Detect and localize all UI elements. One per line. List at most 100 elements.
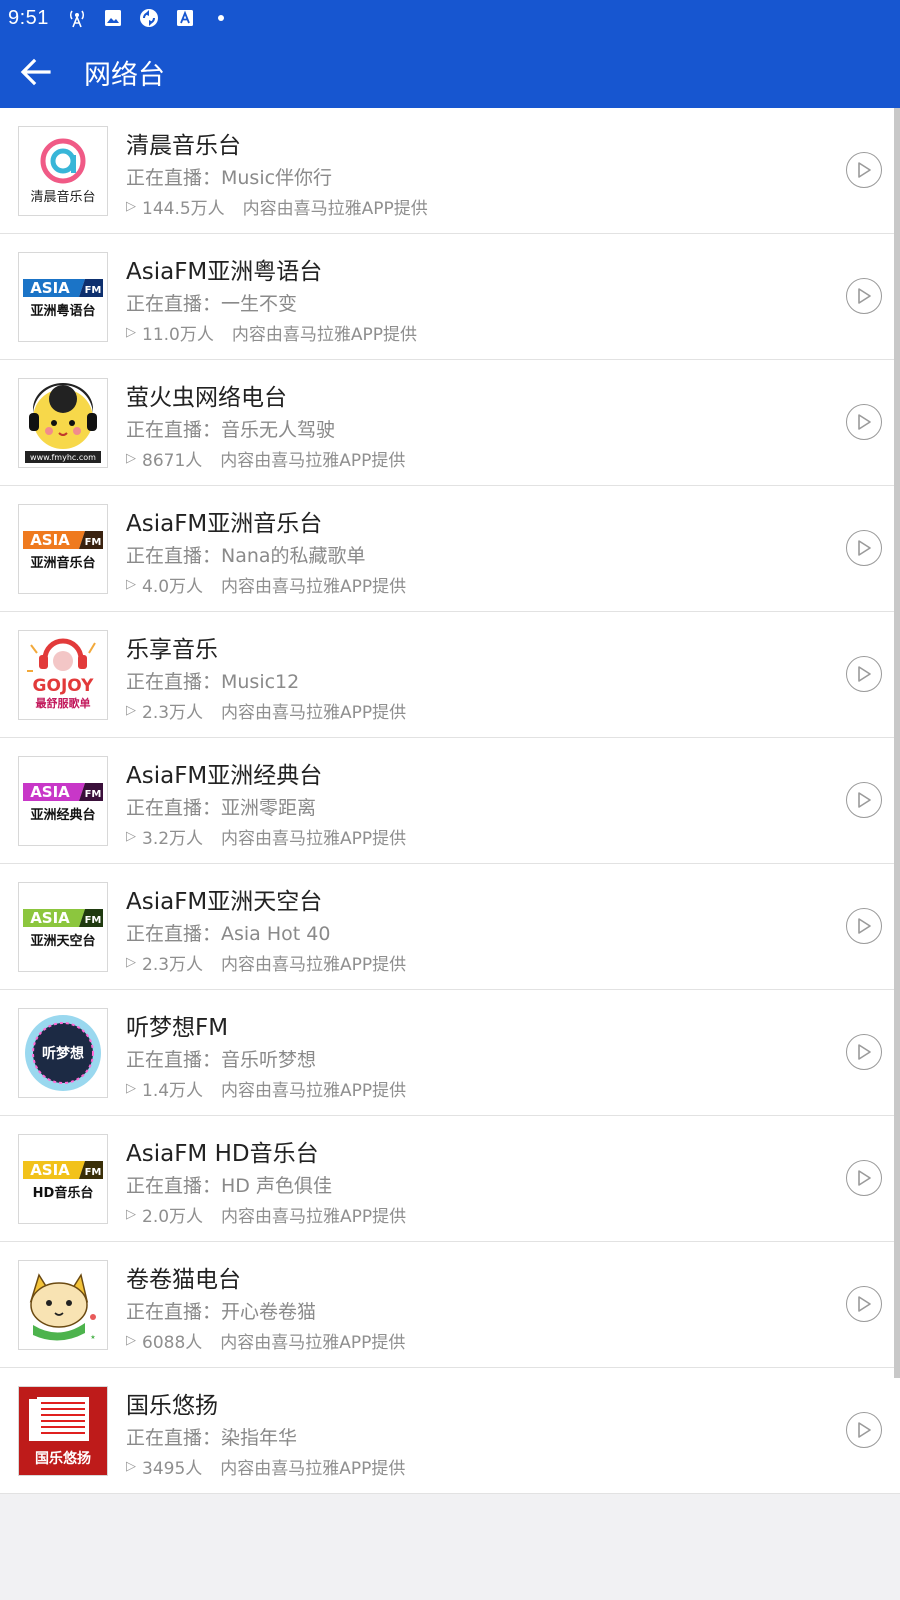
content-source: 内容由喜马拉雅APP提供 bbox=[221, 577, 407, 597]
play-count-icon: ▷ bbox=[126, 451, 136, 466]
play-icon bbox=[858, 1296, 871, 1312]
play-count-icon: ▷ bbox=[126, 1459, 136, 1474]
logo-asia-text: ASIA bbox=[30, 531, 70, 549]
list-item[interactable]: 国乐悠扬 国乐悠扬 正在直播：染指年华 ▷ 3495人 内容由喜马拉雅APP提供 bbox=[0, 1368, 900, 1494]
logo-asia-text: ASIA bbox=[30, 783, 70, 801]
logo-fm-text: FM bbox=[85, 915, 102, 926]
station-logo: ASIA FM 亚洲粤语台 bbox=[18, 252, 108, 342]
back-button[interactable] bbox=[0, 36, 72, 108]
content-source: 内容由喜马拉雅APP提供 bbox=[220, 1333, 406, 1353]
station-meta: ▷ 8671人 内容由喜马拉雅APP提供 bbox=[126, 446, 405, 471]
station-list[interactable]: 清晨音乐台 清晨音乐台 正在直播：Music伴你行 ▷ 144.5万人 内容由喜… bbox=[0, 108, 900, 1494]
station-logo: ★ bbox=[18, 1260, 108, 1350]
play-button[interactable] bbox=[846, 404, 882, 440]
station-meta: ▷ 2.3万人 内容由喜马拉雅APP提供 bbox=[126, 698, 406, 723]
play-count-icon: ▷ bbox=[126, 955, 136, 970]
play-icon bbox=[858, 1422, 871, 1438]
play-button[interactable] bbox=[846, 782, 882, 818]
logo-fm-text: FM bbox=[85, 789, 102, 800]
station-meta: ▷ 4.0万人 内容由喜马拉雅APP提供 bbox=[126, 572, 406, 597]
logo-asia-text: ASIA bbox=[30, 1161, 70, 1179]
listener-count: 4.0万人 bbox=[142, 577, 204, 597]
list-item[interactable]: ASIA FM 亚洲音乐台 AsiaFM亚洲音乐台 正在直播：Nana的私藏歌单… bbox=[0, 486, 900, 612]
list-item[interactable]: ASIA FM 亚洲粤语台 AsiaFM亚洲粤语台 正在直播：一生不变 ▷ 11… bbox=[0, 234, 900, 360]
station-logo: ASIA FM 亚洲经典台 bbox=[18, 756, 108, 846]
play-button[interactable] bbox=[846, 1412, 882, 1448]
listener-count: 144.5万人 bbox=[142, 199, 225, 219]
station-name: AsiaFM亚洲经典台 bbox=[126, 763, 323, 789]
list-item[interactable]: GOJOY 最舒服歌单 乐享音乐 正在直播：Music12 ▷ 2.3万人 内容… bbox=[0, 612, 900, 738]
play-icon bbox=[858, 288, 871, 304]
play-icon bbox=[858, 1044, 871, 1060]
station-meta: ▷ 3.2万人 内容由喜马拉雅APP提供 bbox=[126, 824, 406, 849]
listener-count: 2.3万人 bbox=[142, 955, 204, 975]
station-name: 清晨音乐台 bbox=[126, 133, 241, 159]
station-name: AsiaFM亚洲音乐台 bbox=[126, 511, 323, 537]
list-item[interactable]: www.fmyhc.com 萤火虫网络电台 正在直播：音乐无人驾驶 ▷ 8671… bbox=[0, 360, 900, 486]
play-count-icon: ▷ bbox=[126, 829, 136, 844]
station-name: 乐享音乐 bbox=[126, 637, 218, 663]
live-program: 正在直播：一生不变 bbox=[126, 293, 298, 315]
content-source: 内容由喜马拉雅APP提供 bbox=[221, 955, 407, 975]
play-button[interactable] bbox=[846, 530, 882, 566]
play-button[interactable] bbox=[846, 152, 882, 188]
live-program: 正在直播：染指年华 bbox=[126, 1427, 298, 1449]
list-item[interactable]: ASIA FM HD音乐台 AsiaFM HD音乐台 正在直播：HD 声色俱佳 … bbox=[0, 1116, 900, 1242]
live-program: 正在直播：Music伴你行 bbox=[126, 167, 333, 189]
listener-count: 2.3万人 bbox=[142, 703, 204, 723]
logo-sub-text: 亚洲音乐台 bbox=[30, 555, 95, 571]
play-icon bbox=[858, 918, 871, 934]
logo-sub-text: 亚洲天空台 bbox=[30, 933, 95, 949]
play-count-icon: ▷ bbox=[126, 325, 136, 340]
status-time: 9:51 bbox=[8, 6, 49, 29]
station-meta: ▷ 2.3万人 内容由喜马拉雅APP提供 bbox=[126, 950, 406, 975]
logo-dream-text: 听梦想 bbox=[42, 1045, 84, 1062]
station-meta: ▷ 3495人 内容由喜马拉雅APP提供 bbox=[126, 1454, 405, 1479]
listener-count: 3495人 bbox=[142, 1459, 203, 1479]
content-source: 内容由喜马拉雅APP提供 bbox=[231, 325, 417, 345]
page-title: 网络台 bbox=[84, 59, 165, 91]
logo-sub-text: 亚洲粤语台 bbox=[30, 303, 95, 319]
status-icons bbox=[67, 8, 231, 28]
content-source: 内容由喜马拉雅APP提供 bbox=[221, 829, 407, 849]
station-name: 听梦想FM bbox=[126, 1015, 229, 1041]
play-button[interactable] bbox=[846, 908, 882, 944]
live-program: 正在直播：Asia Hot 40 bbox=[126, 923, 331, 945]
play-icon bbox=[858, 162, 871, 178]
play-button[interactable] bbox=[846, 1160, 882, 1196]
play-icon bbox=[858, 666, 871, 682]
play-icon bbox=[858, 540, 871, 556]
logo-fm-text: FM bbox=[85, 1167, 102, 1178]
list-scrollbar[interactable] bbox=[894, 108, 900, 1378]
list-item[interactable]: 清晨音乐台 清晨音乐台 正在直播：Music伴你行 ▷ 144.5万人 内容由喜… bbox=[0, 108, 900, 234]
station-meta: ▷ 11.0万人 内容由喜马拉雅APP提供 bbox=[126, 320, 417, 345]
listener-count: 3.2万人 bbox=[142, 829, 204, 849]
station-logo: www.fmyhc.com bbox=[18, 378, 108, 468]
play-button[interactable] bbox=[846, 656, 882, 692]
play-button[interactable] bbox=[846, 278, 882, 314]
logo-gojoy-text: GOJOY bbox=[33, 676, 95, 696]
station-name: AsiaFM亚洲天空台 bbox=[126, 889, 323, 915]
content-source: 内容由喜马拉雅APP提供 bbox=[221, 1207, 407, 1227]
station-name: AsiaFM亚洲粤语台 bbox=[126, 259, 323, 285]
list-item[interactable]: ASIA FM 亚洲天空台 AsiaFM亚洲天空台 正在直播：Asia Hot … bbox=[0, 864, 900, 990]
arrow-left-icon bbox=[20, 58, 51, 86]
station-name: 国乐悠扬 bbox=[126, 1393, 218, 1419]
play-button[interactable] bbox=[846, 1034, 882, 1070]
notification-dot-icon bbox=[211, 8, 231, 28]
live-program: 正在直播：Music12 bbox=[126, 671, 300, 693]
toolbar: 网络台 bbox=[0, 36, 900, 108]
live-program: 正在直播：音乐无人驾驶 bbox=[126, 419, 336, 441]
svg-text:★: ★ bbox=[90, 1334, 95, 1341]
station-logo: 国乐悠扬 bbox=[18, 1386, 108, 1476]
play-button[interactable] bbox=[846, 1286, 882, 1322]
content-source: 内容由喜马拉雅APP提供 bbox=[221, 1081, 407, 1101]
live-program: 正在直播：音乐听梦想 bbox=[126, 1049, 317, 1071]
listener-count: 11.0万人 bbox=[142, 325, 214, 345]
list-item[interactable]: ★ 卷卷猫电台 正在直播：开心卷卷猫 ▷ 6088人 内容由喜马拉雅APP提供 bbox=[0, 1242, 900, 1368]
list-item[interactable]: 听梦想 听梦想FM 正在直播：音乐听梦想 ▷ 1.4万人 内容由喜马拉雅APP提… bbox=[0, 990, 900, 1116]
station-meta: ▷ 1.4万人 内容由喜马拉雅APP提供 bbox=[126, 1076, 406, 1101]
station-meta: ▷ 2.0万人 内容由喜马拉雅APP提供 bbox=[126, 1202, 406, 1227]
list-item[interactable]: ASIA FM 亚洲经典台 AsiaFM亚洲经典台 正在直播：亚洲零距离 ▷ 3… bbox=[0, 738, 900, 864]
play-icon bbox=[858, 414, 871, 430]
